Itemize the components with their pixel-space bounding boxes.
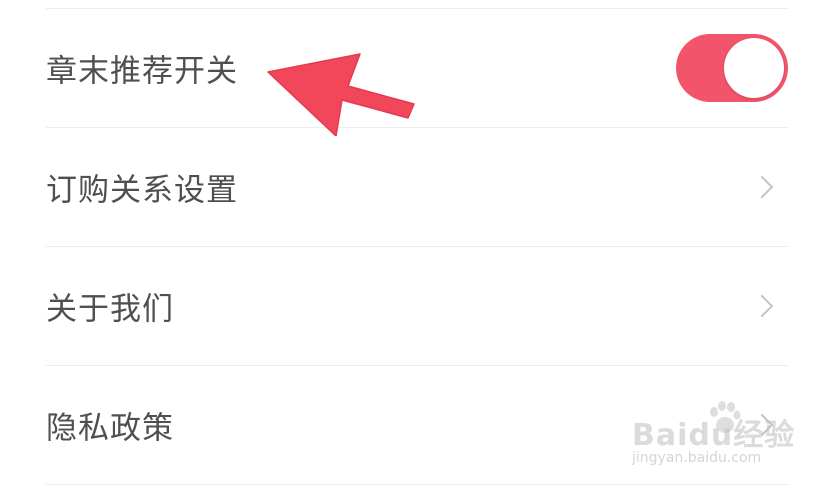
row-label: 关于我们 <box>46 291 174 328</box>
row-label: 隐私政策 <box>46 410 174 447</box>
settings-list: 章末推荐开关 订购关系设置 关于我们 隐私政策 <box>0 0 828 488</box>
row-subscription-settings[interactable]: 订购关系设置 <box>0 128 828 246</box>
row-about-us[interactable]: 关于我们 <box>0 247 828 365</box>
chapter-end-recommendation-toggle[interactable] <box>676 34 788 102</box>
row-privacy-policy[interactable]: 隐私政策 <box>0 366 828 484</box>
chevron-right-icon <box>750 294 774 318</box>
chevron-right-icon <box>750 413 774 437</box>
row-label: 订购关系设置 <box>46 172 238 209</box>
chevron-right-icon <box>750 175 774 199</box>
toggle-knob <box>724 38 784 98</box>
row-label: 章末推荐开关 <box>46 53 238 90</box>
divider <box>46 484 788 485</box>
